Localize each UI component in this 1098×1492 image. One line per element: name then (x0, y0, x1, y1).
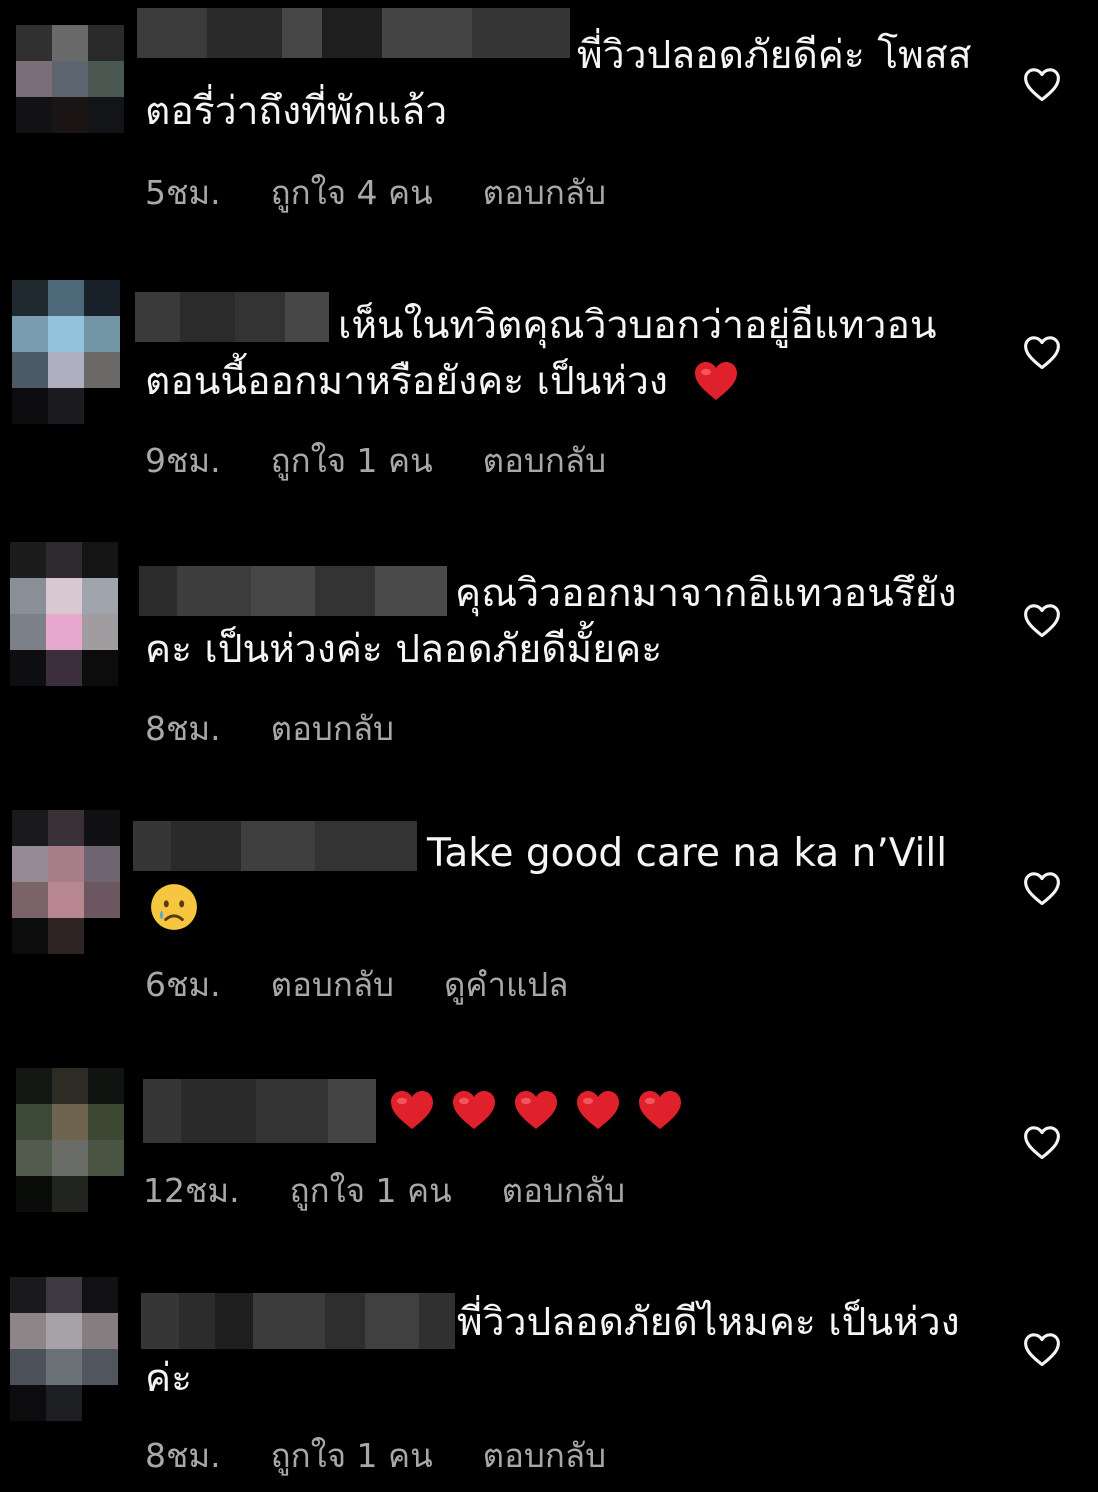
comment-item: เห็นในทวิตคุณวิวบอกว่าอยู่อีแทวอน ตอนนี้… (0, 270, 1098, 510)
comment-text: Take good care na ka n’Vill (145, 826, 975, 940)
comment-item: พี่วิวปลอดภัยดีไหมคะ เป็นห่วงค่ะ 8ชม. ถู… (0, 1275, 1098, 1492)
likes-count[interactable]: ถูกใจ 4 คน (271, 166, 433, 219)
comment-time: 9ชม. (145, 441, 221, 480)
avatar[interactable] (12, 810, 120, 954)
comment-time: 12ชม. (143, 1171, 240, 1210)
reply-button[interactable]: ตอบกลับ (483, 1429, 606, 1482)
avatar[interactable] (12, 280, 120, 424)
comment-time: 8ชม. (145, 709, 221, 748)
comment-time: 8ชม. (145, 1436, 221, 1475)
heart-outline-icon[interactable] (1022, 870, 1062, 906)
comment-item: Take good care na ka n’Vill 6ชม. ตอบกลับ… (0, 808, 1098, 1048)
likes-count[interactable]: ถูกใจ 1 คน (271, 1429, 433, 1482)
heart-outline-icon[interactable] (1022, 1331, 1062, 1367)
red-heart-emoji (577, 1091, 619, 1129)
comment-text: พี่วิวปลอดภัยดีไหมคะ เป็นห่วงค่ะ (145, 1300, 960, 1401)
avatar[interactable] (16, 1068, 124, 1212)
red-heart-emoji (515, 1091, 557, 1129)
comment-item: คุณวิวออกมาจากอิแทวอนรึยังคะ เป็นห่วงค่ะ… (0, 540, 1098, 780)
comment-text: คุณวิวออกมาจากอิแทวอนรึยังคะ เป็นห่วงค่ะ… (145, 571, 957, 672)
emoji-row (388, 1086, 684, 1132)
avatar[interactable] (10, 542, 118, 686)
username-redacted[interactable] (143, 1079, 376, 1143)
likes-count[interactable]: ถูกใจ 1 คน (271, 434, 433, 487)
crying-face-emoji (151, 884, 197, 930)
red-heart-emoji (695, 362, 738, 400)
translate-button[interactable]: ดูคำแปล (444, 958, 568, 1011)
reply-button[interactable]: ตอบกลับ (271, 958, 394, 1011)
comment-time: 6ชม. (145, 965, 221, 1004)
reply-button[interactable]: ตอบกลับ (271, 702, 394, 755)
heart-outline-icon[interactable] (1022, 334, 1062, 370)
heart-outline-icon[interactable] (1022, 602, 1062, 638)
comment-text: พี่วิวปลอดภัยดีค่ะ โพสสตอรี่ว่าถึงที่พัก… (145, 33, 972, 134)
red-heart-emoji (453, 1091, 495, 1129)
avatar[interactable] (16, 25, 124, 169)
comment-text: เห็นในทวิตคุณวิวบอกว่าอยู่อีแทวอน ตอนนี้… (145, 303, 937, 404)
heart-outline-icon[interactable] (1022, 1124, 1062, 1160)
reply-button[interactable]: ตอบกลับ (483, 166, 606, 219)
reply-button[interactable]: ตอบกลับ (483, 434, 606, 487)
avatar[interactable] (10, 1277, 118, 1421)
red-heart-emoji (639, 1091, 681, 1129)
heart-outline-icon[interactable] (1022, 66, 1062, 102)
comment-item: 12ชม. ถูกใจ 1 คน ตอบกลับ (0, 1066, 1098, 1266)
comment-time: 5ชม. (145, 173, 221, 212)
comment-item: พี่วิวปลอดภัยดีค่ะ โพสสตอรี่ว่าถึงที่พัก… (0, 0, 1098, 240)
red-heart-emoji (391, 1091, 433, 1129)
reply-button[interactable]: ตอบกลับ (502, 1164, 625, 1217)
likes-count[interactable]: ถูกใจ 1 คน (290, 1164, 452, 1217)
